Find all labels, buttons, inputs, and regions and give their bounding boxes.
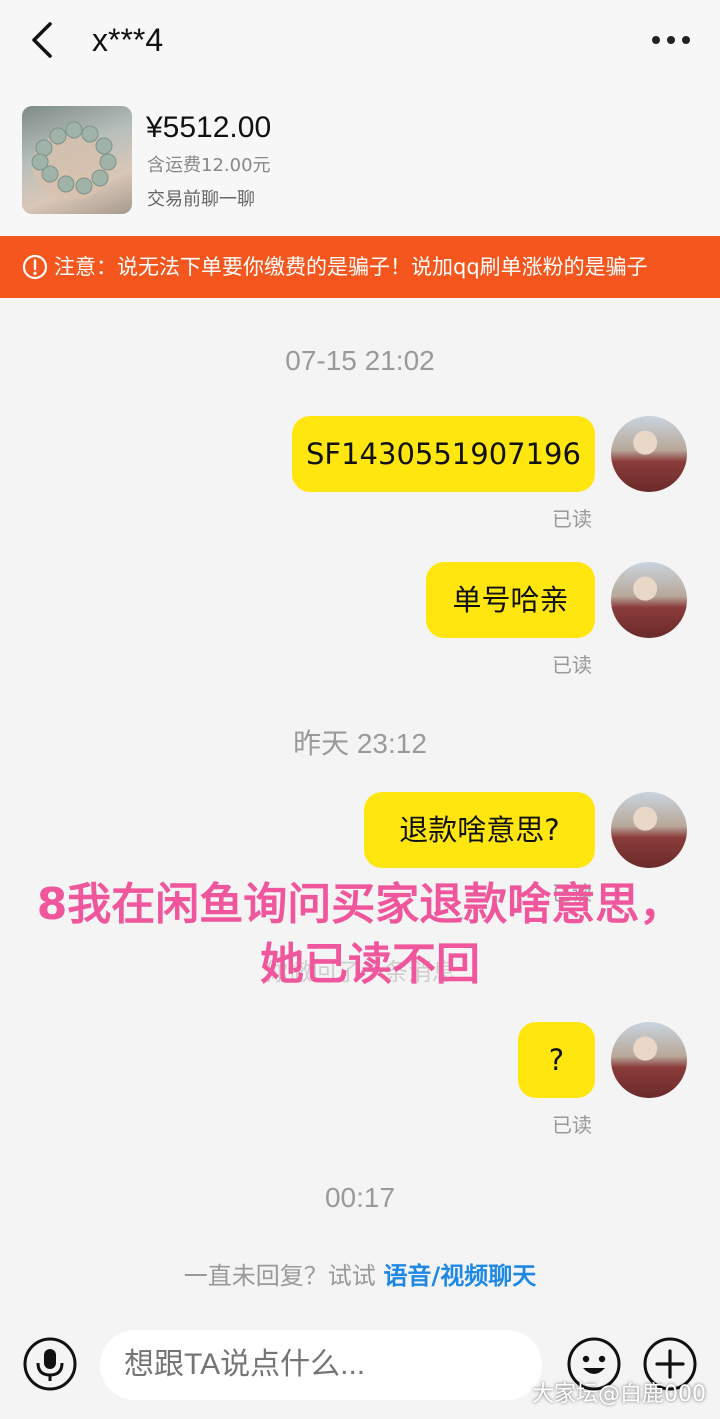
voice-video-chat-link[interactable]: 语音/视频聊天 (383, 1262, 536, 1290)
overlay-caption-line2: 她已读不回 (260, 939, 480, 990)
credit-watermark: 大家坛@白鹿000 (532, 1382, 706, 1407)
chat-title: x***4 (92, 22, 164, 58)
avatar[interactable] (611, 562, 687, 638)
no-reply-hint: 一直未回复？试试 语音/视频聊天 (0, 1256, 720, 1291)
more-dots-icon[interactable] (650, 34, 692, 46)
avatar[interactable] (611, 416, 687, 492)
message-bubble[interactable]: SF1430551907196 (292, 416, 595, 492)
product-card[interactable]: ¥5512.00 含运费12.00元 交易前聊一聊 (0, 86, 720, 236)
read-status: 已读 (552, 1113, 592, 1137)
message-input[interactable] (100, 1330, 542, 1400)
shipping-fee: 含运费12.00元 (147, 155, 271, 176)
avatar[interactable] (611, 792, 687, 868)
alert-circle-icon (22, 254, 48, 280)
warning-banner: 注意：说无法下单要你缴费的是骗子！说加qq刷单涨粉的是骗子 (0, 236, 720, 298)
overlay-caption-line1: 8我在闲鱼询问买家退款啥意思， (36, 879, 684, 930)
message-bubble[interactable]: ? (518, 1022, 595, 1098)
warning-text: 注意：说无法下单要你缴费的是骗子！说加qq刷单涨粉的是骗子 (54, 255, 648, 279)
avatar[interactable] (611, 1022, 687, 1098)
message-bubble[interactable]: 退款啥意思? (364, 792, 595, 868)
product-thumbnail[interactable] (22, 106, 132, 214)
timestamp: 07-15 21:02 (285, 345, 435, 376)
timestamp: 昨天 23:12 (293, 728, 427, 759)
chat-before-trade: 交易前聊一聊 (147, 189, 255, 210)
read-status: 已读 (552, 653, 592, 677)
message-bubble[interactable]: 单号哈亲 (426, 562, 595, 638)
back-chevron-icon[interactable] (26, 20, 60, 60)
timestamp: 00:17 (324, 1182, 396, 1213)
microphone-icon[interactable] (22, 1336, 78, 1392)
read-status: 已读 (552, 507, 592, 531)
product-price: ¥5512.00 (146, 111, 272, 144)
no-reply-text: 一直未回复？试试 (183, 1262, 376, 1290)
top-bar: x***4 (0, 0, 720, 86)
